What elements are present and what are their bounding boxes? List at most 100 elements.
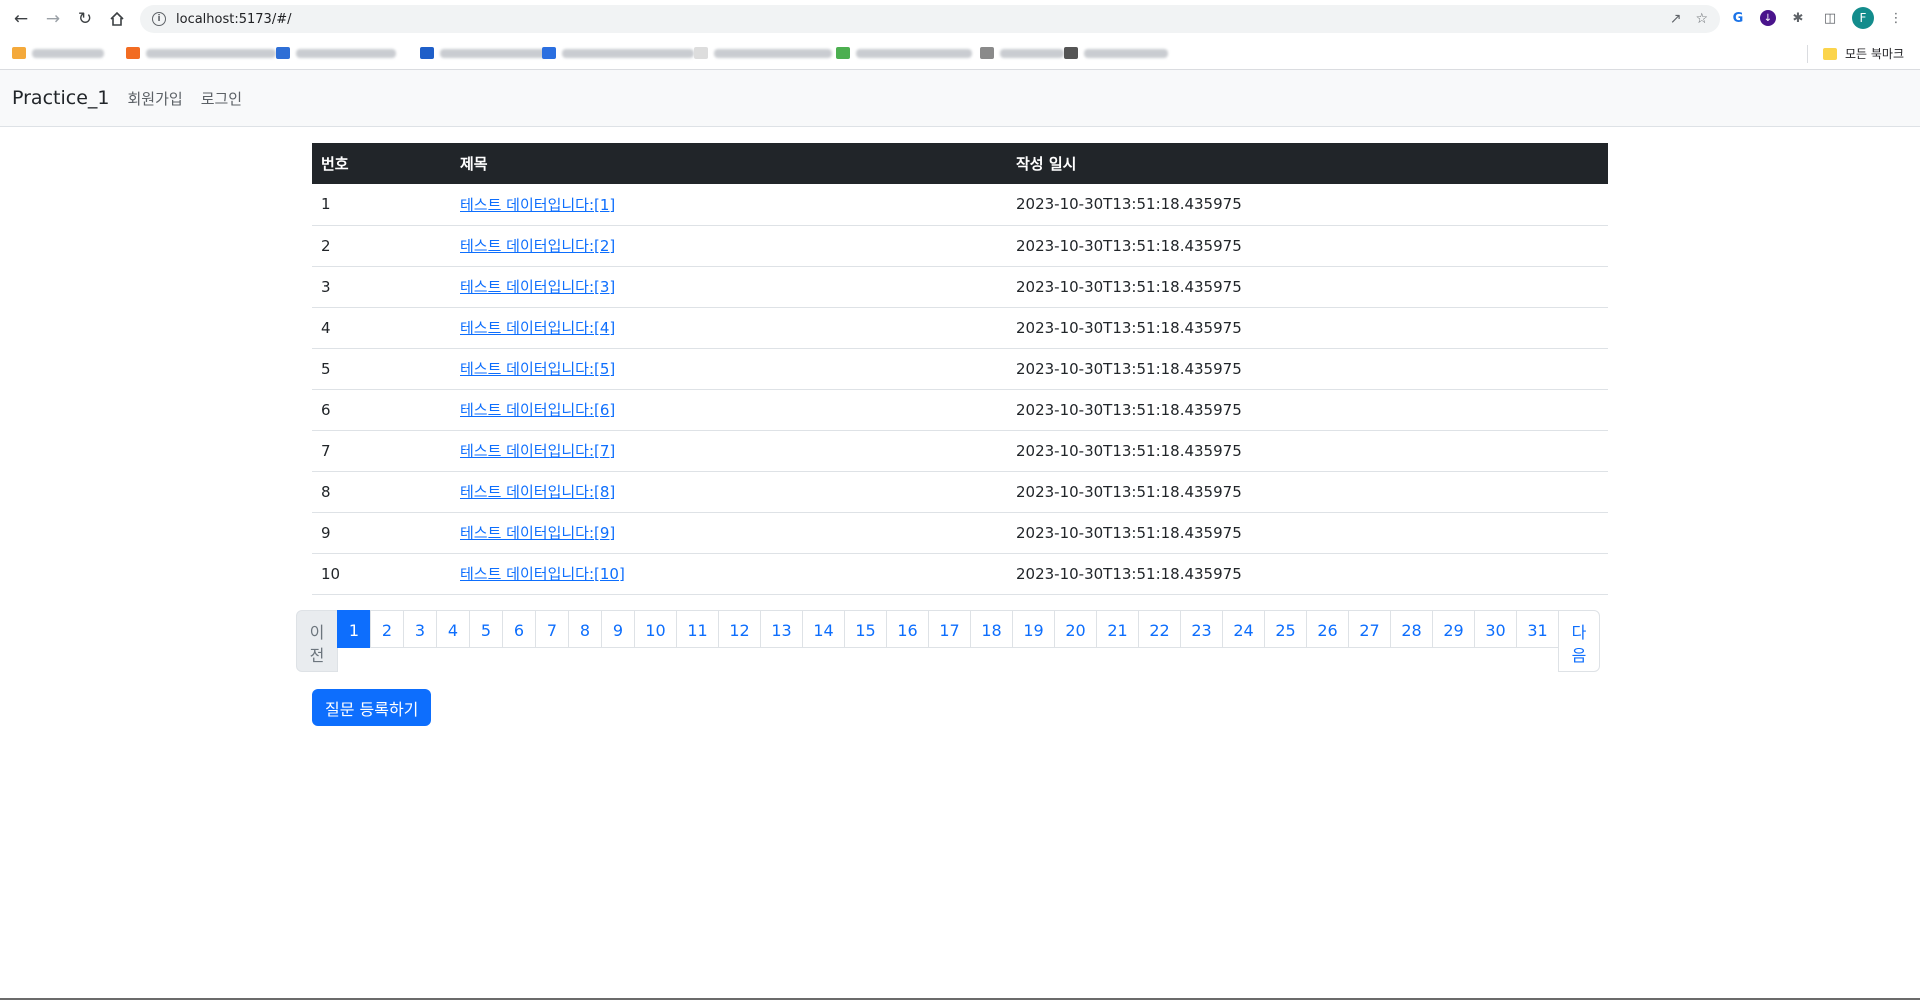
row-created-at: 2023-10-30T13:51:18.435975 — [1007, 307, 1608, 349]
app-navbar: Practice_1 회원가입 로그인 — [0, 70, 1920, 127]
page-number-button[interactable]: 25 — [1264, 610, 1307, 648]
bookmark-item[interactable] — [276, 47, 396, 59]
site-info-icon[interactable]: i — [152, 12, 166, 26]
side-panel-icon[interactable]: ◫ — [1820, 8, 1840, 28]
bookmark-item[interactable] — [836, 47, 972, 59]
page-number-button[interactable]: 15 — [844, 610, 887, 648]
page-number-button[interactable]: 12 — [718, 610, 761, 648]
forward-arrow-icon[interactable]: → — [40, 6, 66, 32]
reload-icon[interactable]: ↻ — [72, 6, 98, 32]
page-number-button[interactable]: 31 — [1516, 610, 1559, 648]
nav-link-login[interactable]: 로그인 — [201, 88, 242, 109]
question-title-link[interactable]: 테스트 데이터입니다:[1] — [460, 196, 615, 214]
row-created-at: 2023-10-30T13:51:18.435975 — [1007, 430, 1608, 472]
home-icon[interactable] — [104, 6, 130, 32]
question-title-link[interactable]: 테스트 데이터입니다:[5] — [460, 360, 615, 378]
bookmark-item[interactable] — [126, 47, 276, 59]
table-header-row: 번호 제목 작성 일시 — [312, 143, 1608, 184]
header-number: 번호 — [312, 143, 451, 184]
question-title-link[interactable]: 테스트 데이터입니다:[6] — [460, 401, 615, 419]
question-title-link[interactable]: 테스트 데이터입니다:[2] — [460, 237, 615, 255]
bookmark-item[interactable] — [980, 47, 1064, 59]
row-title-cell: 테스트 데이터입니다:[7] — [451, 430, 1007, 472]
page-number-button[interactable]: 30 — [1474, 610, 1517, 648]
page-number-button[interactable]: 29 — [1432, 610, 1475, 648]
row-title-cell: 테스트 데이터입니다:[8] — [451, 471, 1007, 513]
page-number-button[interactable]: 18 — [970, 610, 1013, 648]
table-row: 1 테스트 데이터입니다:[1] 2023-10-30T13:51:18.43597… — [312, 184, 1608, 226]
bookmark-item[interactable] — [1064, 47, 1168, 59]
page-number-button[interactable]: 5 — [469, 610, 503, 648]
all-bookmarks-button[interactable]: 모든 북마크 — [1822, 45, 1904, 62]
prev-label-line: 이 — [309, 623, 325, 642]
row-number: 10 — [312, 553, 451, 595]
page-number-button[interactable]: 16 — [886, 610, 929, 648]
prev-label-line: 전 — [309, 646, 325, 665]
page-number-button[interactable]: 23 — [1180, 610, 1223, 648]
row-created-at: 2023-10-30T13:51:18.435975 — [1007, 512, 1608, 554]
next-page-button[interactable]: 다음 — [1558, 610, 1600, 672]
bookmark-star-icon[interactable]: ☆ — [1695, 11, 1708, 27]
row-number: 3 — [312, 266, 451, 308]
row-title-cell: 테스트 데이터입니다:[6] — [451, 389, 1007, 431]
page-number-button[interactable]: 14 — [802, 610, 845, 648]
page-number-button[interactable]: 10 — [634, 610, 677, 648]
bookmark-item[interactable] — [420, 47, 548, 59]
table-row: 9 테스트 데이터입니다:[9] 2023-10-30T13:51:18.43597… — [312, 512, 1608, 554]
page-number-button[interactable]: 19 — [1012, 610, 1055, 648]
page-number-button[interactable]: 26 — [1306, 610, 1349, 648]
address-url[interactable]: localhost:5173/#/ — [176, 12, 291, 27]
page-number-button[interactable]: 20 — [1054, 610, 1097, 648]
row-created-at: 2023-10-30T13:51:18.435975 — [1007, 225, 1608, 267]
page-number-button[interactable]: 22 — [1138, 610, 1181, 648]
page-number-button[interactable]: 2 — [370, 610, 404, 648]
extensions-puzzle-icon[interactable]: ✱ — [1788, 8, 1808, 28]
question-title-link[interactable]: 테스트 데이터입니다:[8] — [460, 483, 615, 501]
row-number: 4 — [312, 307, 451, 349]
bookmark-item[interactable] — [542, 47, 694, 59]
download-extension-icon[interactable]: ↓ — [1760, 10, 1776, 26]
next-label-line: 음 — [1571, 646, 1587, 665]
page-number-button[interactable]: 21 — [1096, 610, 1139, 648]
row-title-cell: 테스트 데이터입니다:[1] — [451, 184, 1007, 226]
browser-menu-icon[interactable]: ⋮ — [1886, 8, 1906, 28]
page-number-button[interactable]: 6 — [502, 610, 536, 648]
prev-page-button[interactable]: 이 전 — [296, 610, 338, 672]
row-created-at: 2023-10-30T13:51:18.435975 — [1007, 184, 1608, 226]
page-number-button[interactable]: 1 — [337, 610, 371, 648]
page-number-button[interactable]: 11 — [676, 610, 719, 648]
table-row: 4 테스트 데이터입니다:[4] 2023-10-30T13:51:18.43597… — [312, 307, 1608, 349]
row-title-cell: 테스트 데이터입니다:[4] — [451, 307, 1007, 349]
page-number-button[interactable]: 9 — [601, 610, 635, 648]
question-title-link[interactable]: 테스트 데이터입니다:[7] — [460, 442, 615, 460]
translate-extension-icon[interactable]: G — [1728, 8, 1748, 28]
address-bar[interactable]: i localhost:5173/#/ ↗ ☆ — [140, 5, 1720, 33]
page-number-button[interactable]: 7 — [535, 610, 569, 648]
page-number-button[interactable]: 24 — [1222, 610, 1265, 648]
page-number-button[interactable]: 13 — [760, 610, 803, 648]
question-title-link[interactable]: 테스트 데이터입니다:[4] — [460, 319, 615, 337]
create-question-button[interactable]: 질문 등록하기 — [312, 689, 432, 726]
table-row: 6 테스트 데이터입니다:[6] 2023-10-30T13:51:18.43597… — [312, 389, 1608, 431]
row-number: 5 — [312, 348, 451, 390]
page-number-button[interactable]: 27 — [1348, 610, 1391, 648]
navbar-brand[interactable]: Practice_1 — [12, 87, 109, 109]
bookmark-item[interactable] — [694, 47, 832, 59]
row-created-at: 2023-10-30T13:51:18.435975 — [1007, 553, 1608, 595]
nav-link-signup[interactable]: 회원가입 — [127, 88, 182, 109]
question-list: 번호 제목 작성 일시 1 테스트 데이터입니다:[1] 2023-10-30T13… — [312, 143, 1608, 595]
share-icon[interactable]: ↗ — [1670, 11, 1682, 27]
question-title-link[interactable]: 테스트 데이터입니다:[9] — [460, 524, 615, 542]
back-arrow-icon[interactable]: ← — [8, 6, 34, 32]
question-title-link[interactable]: 테스트 데이터입니다:[3] — [460, 278, 615, 296]
browser-toolbar: ← → ↻ i localhost:5173/#/ ↗ ☆ G ↓ ✱ ◫ F … — [0, 0, 1920, 37]
page-number-button[interactable]: 3 — [403, 610, 437, 648]
row-number: 1 — [312, 184, 451, 226]
page-number-button[interactable]: 8 — [568, 610, 602, 648]
page-number-button[interactable]: 28 — [1390, 610, 1433, 648]
profile-avatar[interactable]: F — [1852, 7, 1874, 29]
question-title-link[interactable]: 테스트 데이터입니다:[10] — [460, 565, 625, 583]
page-number-button[interactable]: 4 — [436, 610, 470, 648]
page-number-button[interactable]: 17 — [928, 610, 971, 648]
bookmark-item[interactable] — [12, 47, 104, 59]
